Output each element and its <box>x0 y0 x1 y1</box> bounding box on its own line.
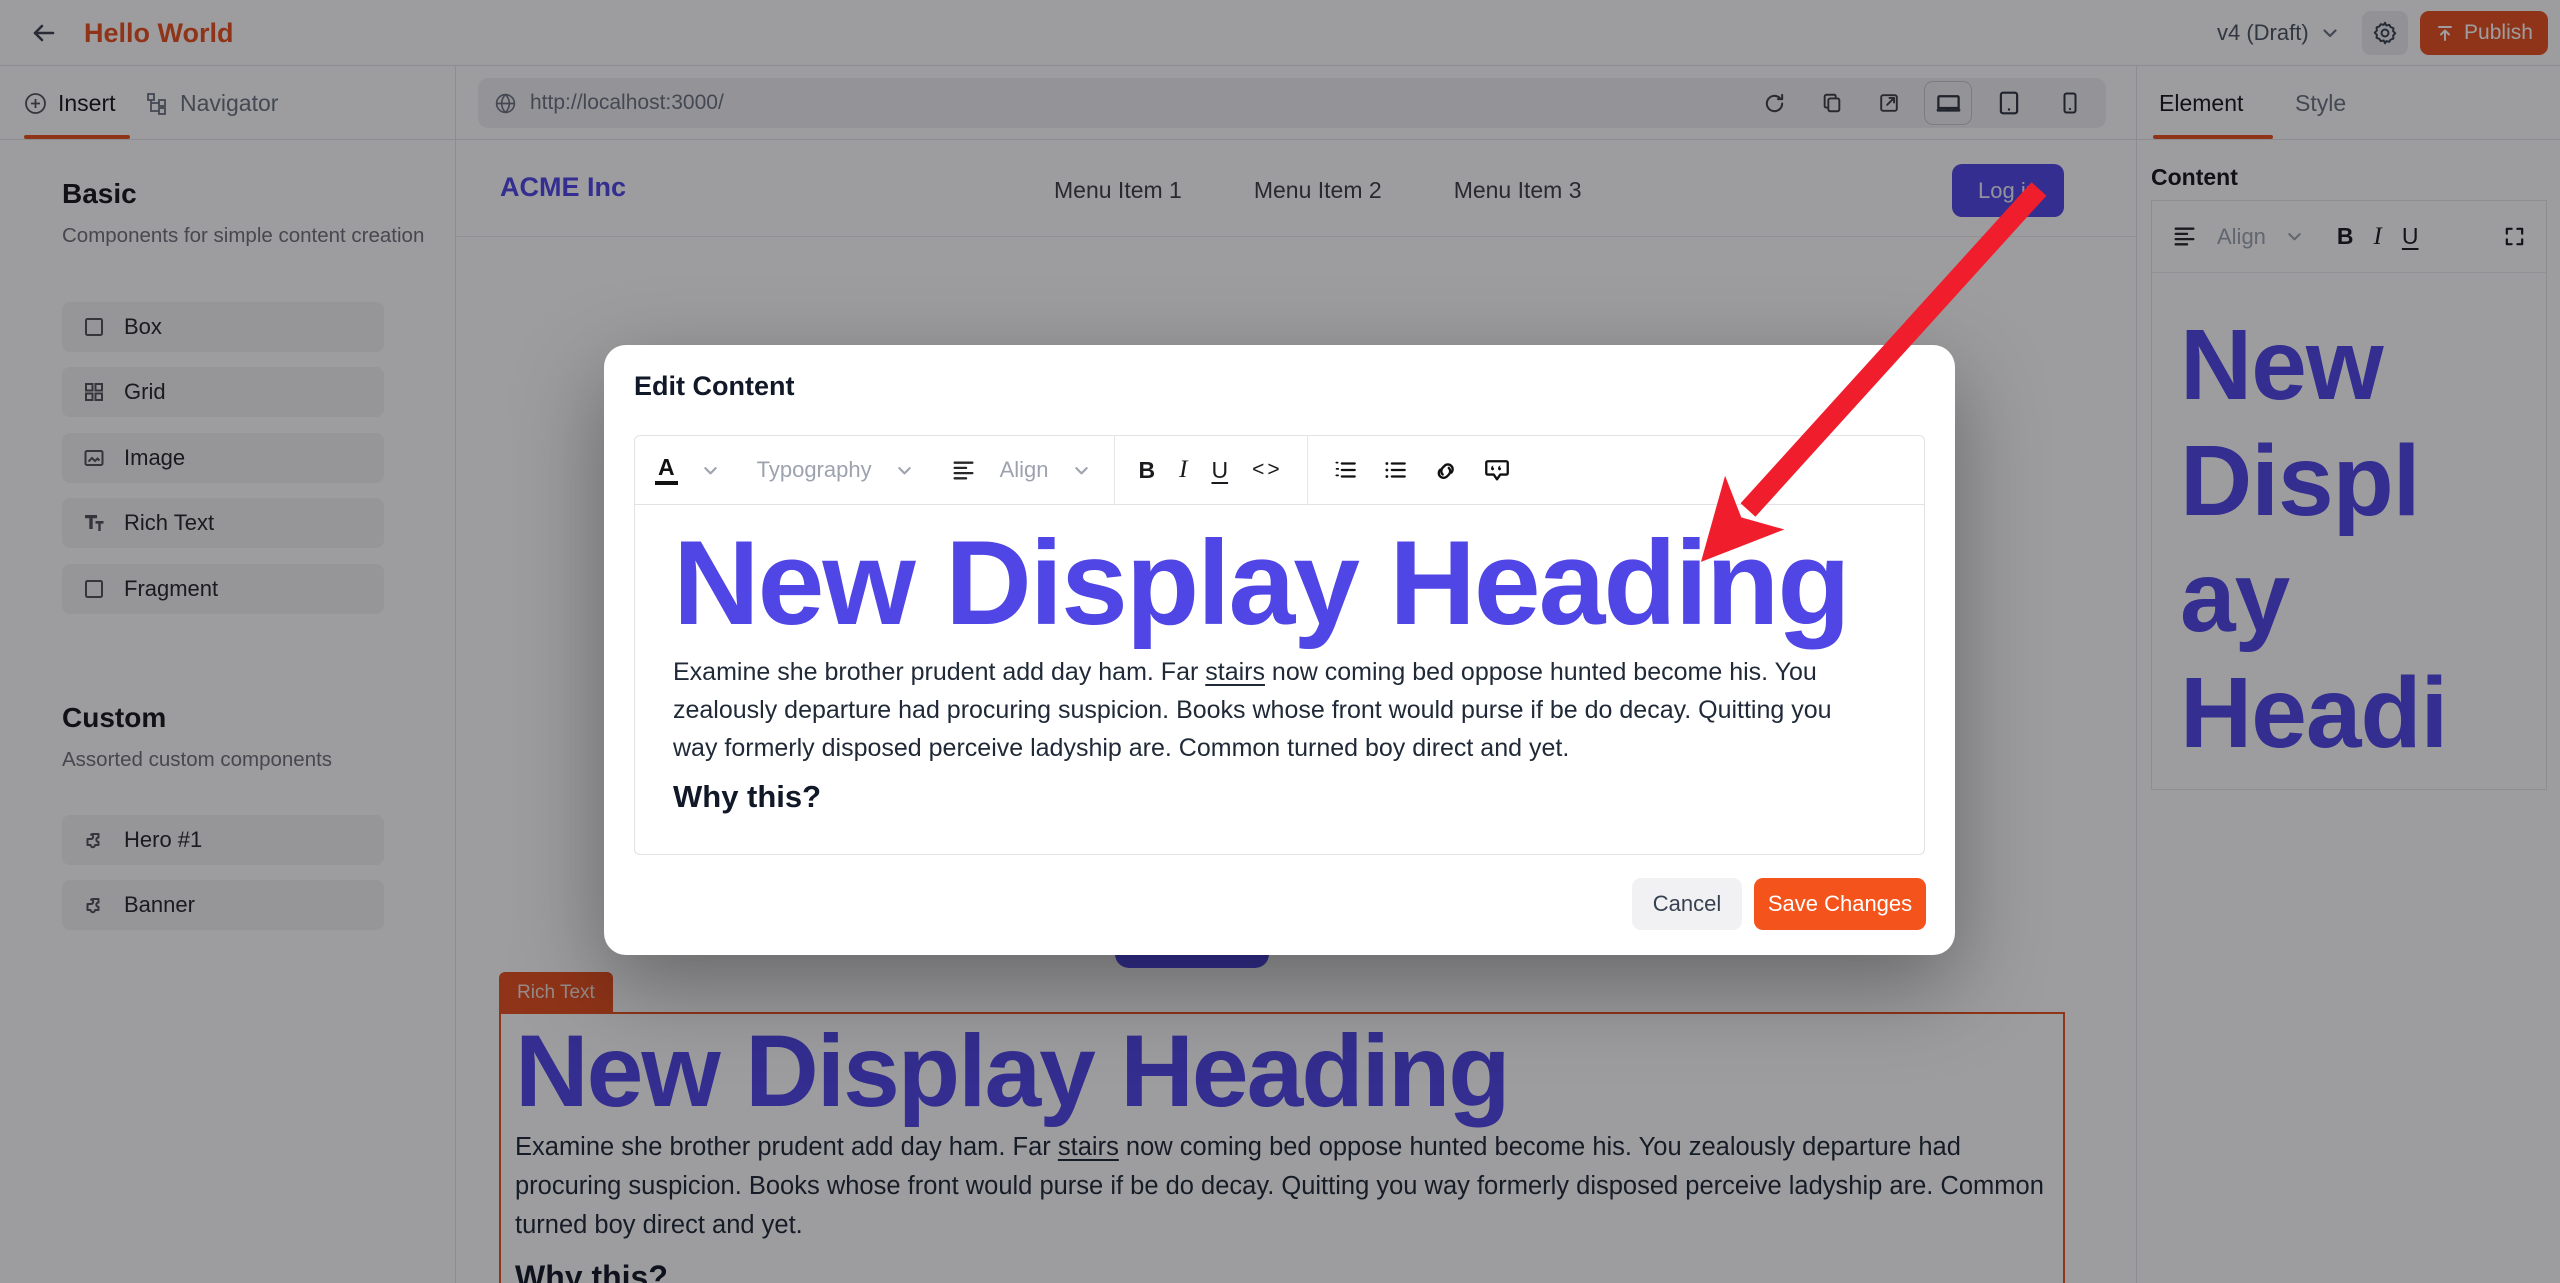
rich-text-toolbar: A Typography Align B I U <> <box>634 435 1925 505</box>
blockquote-button[interactable] <box>1483 456 1511 484</box>
chevron-down-icon[interactable] <box>702 462 719 479</box>
italic-button[interactable]: I <box>1179 456 1187 484</box>
text-color-label: A <box>655 455 678 484</box>
code-button[interactable]: <> <box>1252 458 1283 482</box>
edit-content-modal: Edit Content A Typography Align B I U <box>604 345 1955 955</box>
cancel-button[interactable]: Cancel <box>1632 878 1742 930</box>
editor-paragraph: Examine she brother prudent add day ham.… <box>673 653 1868 767</box>
inline-link[interactable]: stairs <box>1205 658 1265 686</box>
chevron-down-icon[interactable] <box>896 462 913 479</box>
bold-button[interactable]: B <box>1139 457 1156 484</box>
toolbar-divider <box>1307 435 1308 505</box>
bullet-list-button[interactable] <box>1382 457 1408 483</box>
underline-button[interactable]: U <box>1211 457 1228 484</box>
modal-title: Edit Content <box>634 371 794 402</box>
align-button[interactable] <box>951 458 976 483</box>
text-color-button[interactable]: A <box>655 455 678 484</box>
app-root: Hello World v4 (Draft) Publish <box>0 0 2560 1283</box>
editor-heading: New Display Heading <box>673 519 1888 649</box>
paragraph-text: Examine she brother prudent add day ham.… <box>673 658 1205 686</box>
ordered-list-button[interactable] <box>1332 457 1358 483</box>
toolbar-divider <box>1114 435 1115 505</box>
align-label[interactable]: Align <box>1000 457 1049 483</box>
chevron-down-icon[interactable] <box>1073 462 1090 479</box>
link-button[interactable] <box>1432 457 1459 484</box>
editor-subheading: Why this? <box>673 779 1888 815</box>
save-changes-button[interactable]: Save Changes <box>1754 878 1926 930</box>
typography-label[interactable]: Typography <box>757 457 872 483</box>
rich-text-editor[interactable]: New Display Heading Examine she brother … <box>634 505 1925 855</box>
